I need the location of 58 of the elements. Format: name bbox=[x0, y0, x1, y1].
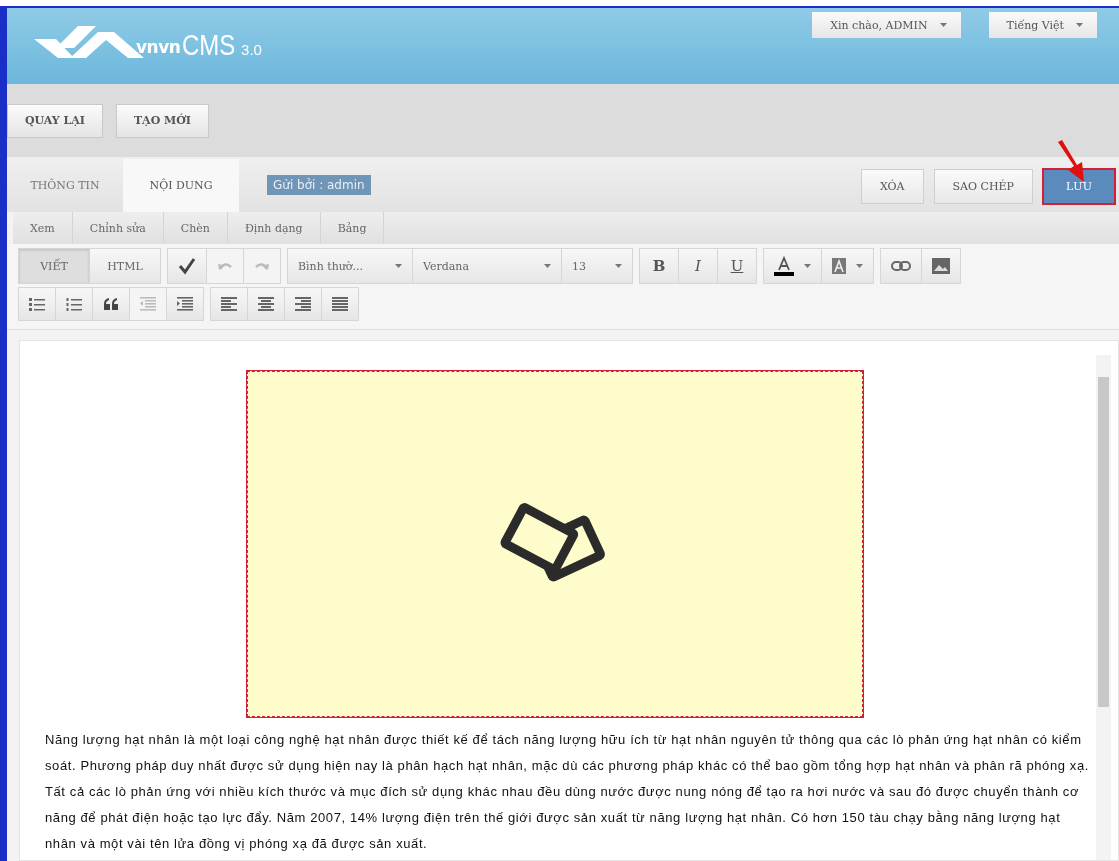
redo-icon bbox=[254, 261, 270, 271]
align-justify-icon bbox=[332, 297, 348, 311]
caret-icon bbox=[395, 264, 402, 268]
numbered-list-icon bbox=[66, 297, 82, 311]
header-dropdown[interactable]: Xin chào, ADMIN bbox=[812, 12, 961, 38]
caret-icon bbox=[856, 264, 863, 268]
bold-button[interactable]: B bbox=[639, 248, 679, 284]
logo-text: vnvn bbox=[136, 37, 181, 57]
bullet-list-icon bbox=[29, 297, 45, 311]
indent-icon bbox=[177, 297, 193, 311]
underline-button[interactable]: U bbox=[717, 248, 757, 284]
toolbar-button[interactable]: QUAY LẠI bbox=[7, 103, 103, 138]
tab[interactable]: NỘI DUNG bbox=[123, 159, 239, 212]
text-color-icon bbox=[774, 256, 794, 276]
caret-icon bbox=[804, 264, 811, 268]
align-justify-button[interactable] bbox=[321, 287, 359, 321]
spellcheck-button[interactable] bbox=[167, 248, 207, 284]
highlight-button[interactable] bbox=[821, 248, 874, 284]
link-button[interactable] bbox=[880, 248, 922, 284]
save-button[interactable]: LƯU bbox=[1043, 169, 1115, 204]
mode-button[interactable]: HTML bbox=[89, 248, 161, 284]
paragraph: Năng lượng hạt nhân là một loại công nghệ hạt nhân được thiết kế để tách năng lượng hữu ích từ hạt nhân nguyên tử thông qua các lò phản ứng hạt nhân có kiểm soát. Phương pháp duy nhất được sử dụng hiện nay là phân hạch hạt nhân, mặc dù các phương pháp khác có thể bao gồm tổng hợp hạt nhân và phân rã phóng xạ. Tất cả các lò phản ứng với nhiều kích thước và mục đích sử dụng khác nhau đều dùng nước được nung nóng để tạo ra hơi nước và sau đó được chuyển thành cơ năng để phát điện hoặc tạo lực đẩy. Năm 2007, 14% lượng điện trên thế giới được sản xuất từ năng lượng hạt nhân. Có hơn 150 tàu chạy bằng năng lượng hạt nhân và một vài tên lửa đồng vị phóng xạ đã được sản xuất. bbox=[45, 731, 1090, 853]
scrollbar[interactable] bbox=[1096, 355, 1111, 860]
text-color-button[interactable] bbox=[763, 248, 822, 284]
caret-icon bbox=[544, 264, 551, 268]
action-button[interactable]: SAO CHÉP bbox=[933, 169, 1033, 204]
format-dropdown[interactable]: Verdana bbox=[412, 248, 562, 284]
quote-button[interactable] bbox=[92, 287, 130, 321]
align-right-button[interactable] bbox=[284, 287, 322, 321]
quote-icon bbox=[103, 298, 119, 310]
indent-button[interactable] bbox=[166, 287, 204, 321]
mode-button[interactable]: VIẾT bbox=[18, 248, 90, 284]
highlight-icon bbox=[832, 258, 846, 274]
logo-title: CMS bbox=[182, 30, 236, 60]
author-badge: Gửi bởi : admin bbox=[267, 175, 371, 195]
image-button[interactable] bbox=[921, 248, 961, 284]
version-label: 3.0 bbox=[241, 41, 262, 58]
outdent-icon bbox=[140, 297, 156, 311]
toolbar-button[interactable]: TẠO MỚI bbox=[115, 103, 209, 138]
header-dropdown[interactable]: Tiếng Việt bbox=[988, 12, 1097, 38]
action-button[interactable]: XÓA bbox=[860, 169, 924, 204]
align-left-button[interactable] bbox=[210, 287, 248, 321]
align-right-icon bbox=[295, 297, 311, 311]
format-dropdown[interactable]: 13 bbox=[561, 248, 633, 284]
format-dropdown[interactable]: Bình thườ... bbox=[287, 248, 413, 284]
undo-icon bbox=[217, 261, 233, 271]
numbered-list-button[interactable] bbox=[55, 287, 93, 321]
align-left-icon bbox=[221, 297, 237, 311]
tab[interactable]: THÔNG TIN bbox=[7, 159, 123, 212]
image-icon bbox=[932, 258, 950, 274]
caret-icon bbox=[1076, 23, 1083, 27]
italic-button[interactable]: I bbox=[678, 248, 718, 284]
caret-icon bbox=[939, 23, 947, 27]
align-center-button[interactable] bbox=[247, 287, 285, 321]
align-center-icon bbox=[258, 297, 274, 311]
bullet-list-button[interactable] bbox=[18, 287, 56, 321]
caret-icon bbox=[615, 264, 622, 268]
link-icon bbox=[891, 261, 911, 271]
